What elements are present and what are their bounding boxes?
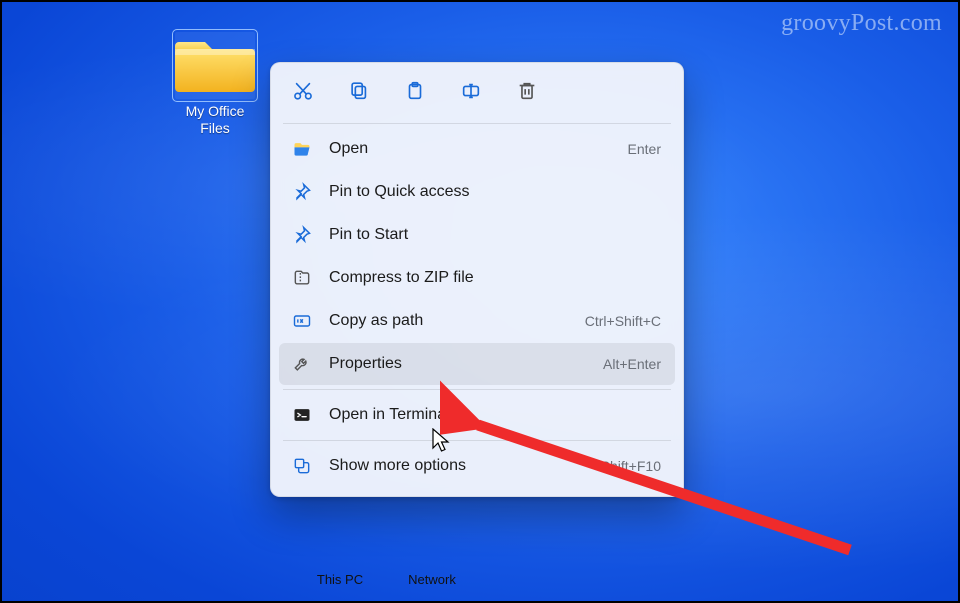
- copy-button[interactable]: [343, 77, 375, 109]
- zip-icon: [289, 268, 315, 288]
- folder-open-icon: [289, 139, 315, 159]
- menu-item-label: Open in Terminal: [329, 406, 661, 424]
- menu-item-label: Pin to Start: [329, 226, 661, 244]
- menu-item-shortcut: Alt+Enter: [603, 356, 661, 372]
- menu-item-properties[interactable]: Properties Alt+Enter: [279, 343, 675, 385]
- folder-icon: [175, 32, 255, 99]
- menu-item-label: Show more options: [329, 457, 601, 475]
- menu-item-label: Properties: [329, 355, 603, 373]
- context-menu-toolbar: [277, 73, 677, 119]
- pin-icon: [289, 225, 315, 245]
- menu-item-shortcut: Enter: [628, 141, 661, 157]
- delete-button[interactable]: [511, 77, 543, 109]
- more-options-icon: [289, 456, 315, 476]
- menu-item-shortcut: Shift+F10: [601, 458, 661, 474]
- menu-item-pin-start[interactable]: Pin to Start: [279, 214, 675, 256]
- menu-separator: [283, 389, 671, 390]
- copy-icon: [348, 80, 370, 107]
- menu-item-label: Compress to ZIP file: [329, 269, 661, 287]
- terminal-icon: [289, 405, 315, 425]
- desktop-label-thispc[interactable]: This PC: [300, 572, 380, 587]
- menu-separator: [283, 123, 671, 124]
- rename-button[interactable]: [455, 77, 487, 109]
- menu-item-label: Open: [329, 140, 628, 158]
- menu-separator: [283, 440, 671, 441]
- desktop-icon-label: My Office Files: [160, 103, 270, 138]
- cut-button[interactable]: [287, 77, 319, 109]
- scissors-icon: [292, 80, 314, 107]
- rename-icon: [460, 80, 482, 107]
- wrench-icon: [289, 354, 315, 374]
- menu-item-label: Pin to Quick access: [329, 183, 661, 201]
- desktop-icon-folder[interactable]: My Office Files: [160, 32, 270, 138]
- pin-icon: [289, 182, 315, 202]
- trash-icon: [516, 80, 538, 107]
- desktop-label-network[interactable]: Network: [392, 572, 472, 587]
- clipboard-icon: [404, 80, 426, 107]
- menu-item-compress-zip[interactable]: Compress to ZIP file: [279, 257, 675, 299]
- context-menu: Open Enter Pin to Quick access Pin to St…: [270, 62, 684, 497]
- menu-item-label: Copy as path: [329, 312, 585, 330]
- menu-item-open-terminal[interactable]: Open in Terminal: [279, 394, 675, 436]
- menu-item-copy-as-path[interactable]: Copy as path Ctrl+Shift+C: [279, 300, 675, 342]
- menu-item-open[interactable]: Open Enter: [279, 128, 675, 170]
- copy-path-icon: [289, 311, 315, 331]
- watermark-text: groovyPost.com: [781, 10, 942, 37]
- menu-item-show-more-options[interactable]: Show more options Shift+F10: [279, 445, 675, 487]
- paste-button[interactable]: [399, 77, 431, 109]
- menu-item-shortcut: Ctrl+Shift+C: [585, 313, 661, 329]
- menu-item-pin-quick-access[interactable]: Pin to Quick access: [279, 171, 675, 213]
